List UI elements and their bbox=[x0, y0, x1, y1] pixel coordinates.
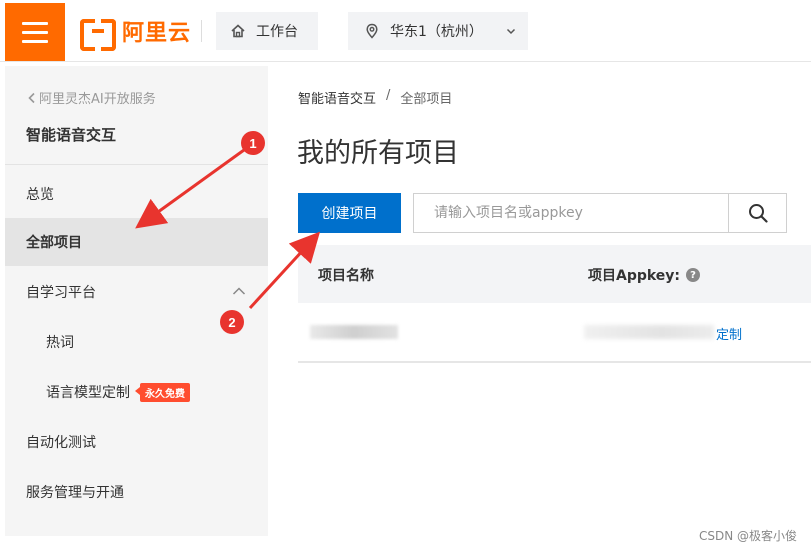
breadcrumb-current: 全部项目 bbox=[400, 92, 453, 107]
location-pin-icon bbox=[366, 23, 378, 39]
chevron-left-icon bbox=[28, 92, 35, 103]
sidebar-item-service-management[interactable]: 服务管理与开通 bbox=[5, 468, 268, 516]
annotation-step-2: 2 bbox=[220, 310, 244, 334]
top-bar: 阿里云 工作台 华东1（杭州） bbox=[0, 0, 811, 62]
sidebar-item-language-model[interactable]: 语言模型定制 永久免费 bbox=[5, 368, 268, 416]
chevron-down-icon bbox=[506, 28, 515, 35]
redacted-project-name bbox=[310, 325, 398, 339]
workbench-label: 工作台 bbox=[256, 24, 298, 40]
breadcrumb: 智能语音交互 / 全部项目 bbox=[298, 88, 452, 107]
aliyun-logo-icon bbox=[80, 19, 116, 51]
sidebar-item-label: 总览 bbox=[26, 187, 54, 203]
free-badge: 永久免费 bbox=[135, 382, 190, 402]
column-header-name: 项目名称 bbox=[318, 268, 374, 284]
sidebar-item-label: 自动化测试 bbox=[26, 435, 96, 451]
row-action-link[interactable]: 定制 bbox=[716, 324, 742, 343]
back-link[interactable]: 阿里灵杰AI开放服务 bbox=[27, 88, 156, 107]
aliyun-logo[interactable]: 阿里云 bbox=[80, 16, 192, 51]
table-row: 定制 bbox=[298, 303, 811, 363]
sidebar-item-all-projects[interactable]: 全部项目 bbox=[5, 218, 268, 266]
create-project-button[interactable]: 创建项目 bbox=[298, 193, 401, 233]
search-input[interactable] bbox=[413, 193, 728, 233]
table-header: 项目名称 项目Appkey: ? bbox=[298, 245, 811, 303]
chevron-up-icon bbox=[232, 287, 246, 295]
back-link-label: 阿里灵杰AI开放服务 bbox=[39, 92, 156, 107]
sidebar-item-label: 自学习平台 bbox=[26, 285, 96, 301]
region-label: 华东1（杭州） bbox=[390, 24, 483, 40]
hamburger-menu-icon[interactable] bbox=[5, 3, 65, 61]
sidebar-item-label: 热词 bbox=[46, 335, 74, 351]
breadcrumb-root[interactable]: 智能语音交互 bbox=[298, 88, 376, 107]
watermark: CSDN @极客小俊 bbox=[698, 529, 797, 543]
workbench-button[interactable]: 工作台 bbox=[216, 12, 318, 50]
home-icon bbox=[231, 24, 245, 38]
sidebar-item-label: 全部项目 bbox=[26, 235, 82, 251]
sidebar-item-overview[interactable]: 总览 bbox=[5, 170, 268, 218]
breadcrumb-separator: / bbox=[386, 88, 391, 103]
redacted-appkey bbox=[584, 325, 714, 339]
sidebar-item-label: 语言模型定制 bbox=[46, 385, 130, 401]
page-title: 我的所有项目 bbox=[297, 138, 459, 169]
search-button[interactable] bbox=[728, 193, 787, 233]
sidebar-divider bbox=[5, 164, 268, 165]
sidebar-item-label: 服务管理与开通 bbox=[26, 485, 124, 501]
sidebar-item-self-learning[interactable]: 自学习平台 bbox=[5, 268, 268, 316]
sidebar: 阿里灵杰AI开放服务 智能语音交互 总览 全部项目 自学习平台 热词 语言模型定… bbox=[5, 66, 268, 536]
sidebar-item-auto-test[interactable]: 自动化测试 bbox=[5, 418, 268, 466]
annotation-step-1: 1 bbox=[241, 131, 265, 155]
region-selector[interactable]: 华东1（杭州） bbox=[348, 12, 528, 50]
column-header-appkey: 项目Appkey: ? bbox=[588, 265, 701, 285]
help-icon[interactable]: ? bbox=[686, 268, 701, 282]
search-icon bbox=[748, 204, 768, 223]
header-divider bbox=[201, 20, 202, 42]
product-title: 智能语音交互 bbox=[26, 126, 117, 144]
brand-name: 阿里云 bbox=[122, 21, 192, 46]
column-header-appkey-label: 项目Appkey: bbox=[588, 268, 681, 284]
